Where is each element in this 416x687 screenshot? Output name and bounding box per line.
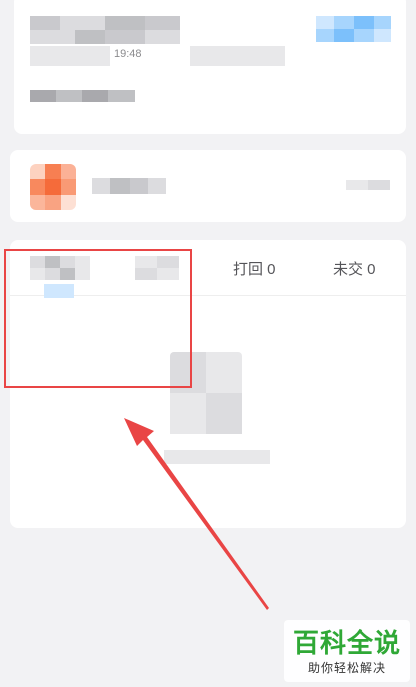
annotation-highlight-box [4, 249, 192, 388]
subject-name-blurred [92, 178, 166, 194]
assignment-title-blurred [30, 16, 180, 44]
assignment-time: 19:48 [114, 48, 142, 60]
subject-row-card[interactable] [10, 150, 406, 222]
tab-returned[interactable]: 打回 0 [233, 258, 276, 279]
watermark-subtitle: 助你轻松解决 [307, 661, 386, 675]
teacher-name-blurred [30, 90, 135, 102]
assignment-info-card: 19:48 [14, 0, 406, 134]
assignment-meta-blurred [30, 46, 285, 66]
empty-state-text-blurred [164, 450, 270, 464]
status-badge-blurred [316, 16, 391, 42]
watermark-title: 百科全说 [292, 629, 401, 659]
subject-icon [30, 164, 76, 210]
subject-extra-blurred [346, 180, 390, 190]
tab-unsubmitted[interactable]: 未交 0 [333, 258, 376, 279]
watermark-logo: 百科全说 助你轻松解决 [284, 620, 410, 682]
